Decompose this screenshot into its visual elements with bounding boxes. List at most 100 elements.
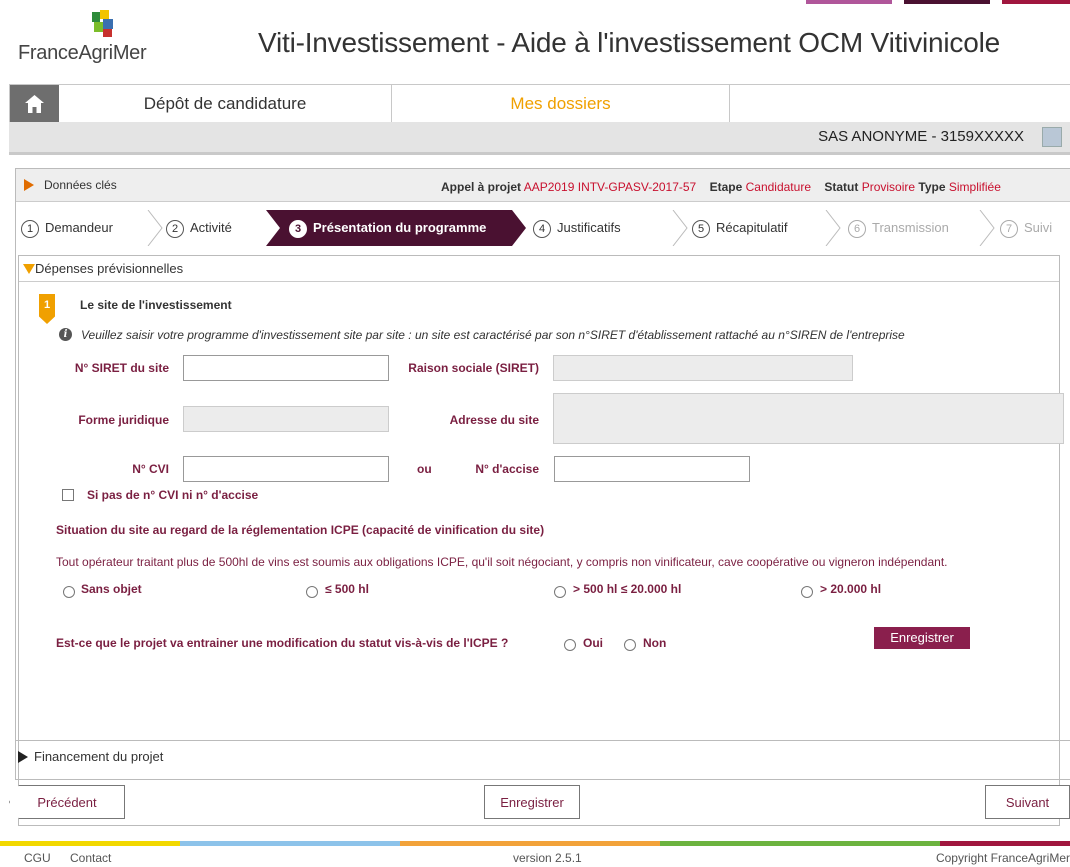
info-icon: i [59,328,72,341]
ou-label: ou [417,462,432,476]
key-data-bar[interactable]: Données clés Appel à projet AAP2019 INTV… [16,169,1070,202]
step-label: Suivi [1024,220,1053,235]
home-button[interactable] [10,85,59,123]
radio-gt-20000-label: > 20.000 hl [820,582,882,596]
section-title: Le site de l'investissement [80,298,232,312]
financement-title: Financement du projet [34,749,164,764]
step-justificatifs[interactable]: 4 Justificatifs [533,210,621,246]
step-demandeur[interactable]: 1 Demandeur [21,210,113,246]
type-label: Type [918,180,946,194]
step-label: Récapitulatif [716,220,788,235]
user-icon[interactable] [1042,127,1062,147]
appel-label: Appel à projet [441,180,522,194]
user-bar: SAS ANONYME - 3159XXXXX [9,122,1070,155]
step-number: 1 [21,219,39,238]
appel-value: AAP2019 INTV-GPASV-2017-57 [523,180,697,194]
icpe-text: Tout opérateur traitant plus de 500hl de… [56,555,948,569]
save-section-button[interactable]: Enregistrer [874,627,970,649]
statut-value: Provisoire [861,180,916,194]
key-data-title: Données clés [44,178,117,192]
footer: CGU Contact version 2.5.1 Copyright Fran… [0,846,1070,867]
radio-oui[interactable] [564,639,576,651]
cgu-link[interactable]: CGU [24,851,51,865]
step-activite[interactable]: 2 Activité [166,210,232,246]
radio-sans-objet[interactable] [63,586,75,598]
statut-label: Statut [824,180,859,194]
cvi-input[interactable] [183,456,389,482]
radio-non[interactable] [624,639,636,651]
step-transmission: 6 Transmission [848,210,949,246]
raison-sociale-label: Raison sociale (SIRET) [408,361,539,375]
radio-non-label: Non [643,636,667,650]
financement-header[interactable]: Financement du projet [16,740,1070,773]
no-cvi-checkbox[interactable] [62,489,74,501]
step-presentation-programme[interactable]: 3 Présentation du programme [289,210,486,246]
step-number: 7 [1000,219,1018,238]
step-label: Transmission [872,220,949,235]
accise-input[interactable] [554,456,750,482]
radio-le-500[interactable] [306,586,318,598]
step-label: Justificatifs [557,220,621,235]
info-text: Veuillez saisir votre programme d'invest… [81,328,905,342]
step-number: 4 [533,219,551,238]
type-value: Simplifiée [948,180,1001,194]
franceagrimer-logo: FranceAgriMer [18,10,163,68]
main-nav: Dépôt de candidature Mes dossiers [9,84,1070,124]
page-title: Viti-Investissement - Aide à l'investiss… [258,27,1000,58]
save-button[interactable]: Enregistrer [484,785,580,819]
forme-juridique-field [183,406,389,432]
icpe-question: Est-ce que le projet va entrainer une mo… [56,636,509,650]
previous-button[interactable]: Précédent [9,785,125,819]
chevron-right-icon [979,210,995,246]
no-cvi-checkbox-label: Si pas de n° CVI ni n° d'accise [87,488,259,502]
radio-oui-label: Oui [583,636,603,650]
chevron-right-icon [825,210,841,246]
step-label: Présentation du programme [313,220,487,235]
step-number: 2 [166,219,184,238]
radio-500-20000-label: > 500 hl ≤ 20.000 hl [573,582,682,596]
top-color-tabs [806,0,1070,4]
next-button[interactable]: Suivant [985,785,1070,819]
accise-label: N° d'accise [475,462,539,476]
user-name: SAS ANONYME - 3159XXXXX [818,128,1024,145]
icpe-title: Situation du site au regard de la réglem… [56,523,545,537]
siret-label: N° SIRET du site [74,361,169,375]
logo-text: FranceAgriMer [18,42,147,64]
step-number: 6 [848,219,866,238]
adresse-field [553,393,1064,444]
radio-sans-objet-label: Sans objet [81,582,142,596]
depenses-header[interactable]: Dépenses prévisionnelles [19,256,1059,282]
version-text: version 2.5.1 [513,851,582,865]
chevron-right-icon [147,210,163,246]
section-number-badge: 1 [39,294,55,324]
adresse-label: Adresse du site [449,413,539,427]
radio-gt-20000[interactable] [801,586,813,598]
step-suivi: 7 Suivi [1000,210,1052,246]
main-frame: Données clés Appel à projet AAP2019 INTV… [15,168,1070,826]
radio-500-20000[interactable] [554,586,566,598]
etape-value: Candidature [745,180,811,194]
wizard-steps: 1 Demandeur 2 Activité 3 Présentation du pr… [16,210,1070,246]
step-number: 3 [289,219,307,238]
chevron-right-icon [672,210,688,246]
cvi-label: N° CVI [132,462,169,476]
logo-mark-icon [92,10,113,37]
step-number: 5 [692,219,710,238]
step-label: Demandeur [45,220,113,235]
expand-arrow-icon [18,751,28,763]
contact-link[interactable]: Contact [70,851,111,865]
depenses-title: Dépenses prévisionnelles [35,261,184,276]
radio-le-500-label: ≤ 500 hl [325,582,369,596]
expand-arrow-icon [24,179,34,191]
forme-juridique-label: Forme juridique [78,413,169,427]
etape-label: Etape [709,180,743,194]
home-icon [25,95,44,113]
step-recapitulatif[interactable]: 5 Récapitulatif [692,210,788,246]
copyright-text: Copyright FranceAgriMer [935,851,1070,865]
collapse-arrow-icon [23,264,35,274]
raison-sociale-field [553,355,853,381]
step-label: Activité [190,220,232,235]
tab-depot-candidature[interactable]: Dépôt de candidature [59,85,392,123]
tab-mes-dossiers[interactable]: Mes dossiers [392,85,730,123]
siret-input[interactable] [183,355,389,381]
